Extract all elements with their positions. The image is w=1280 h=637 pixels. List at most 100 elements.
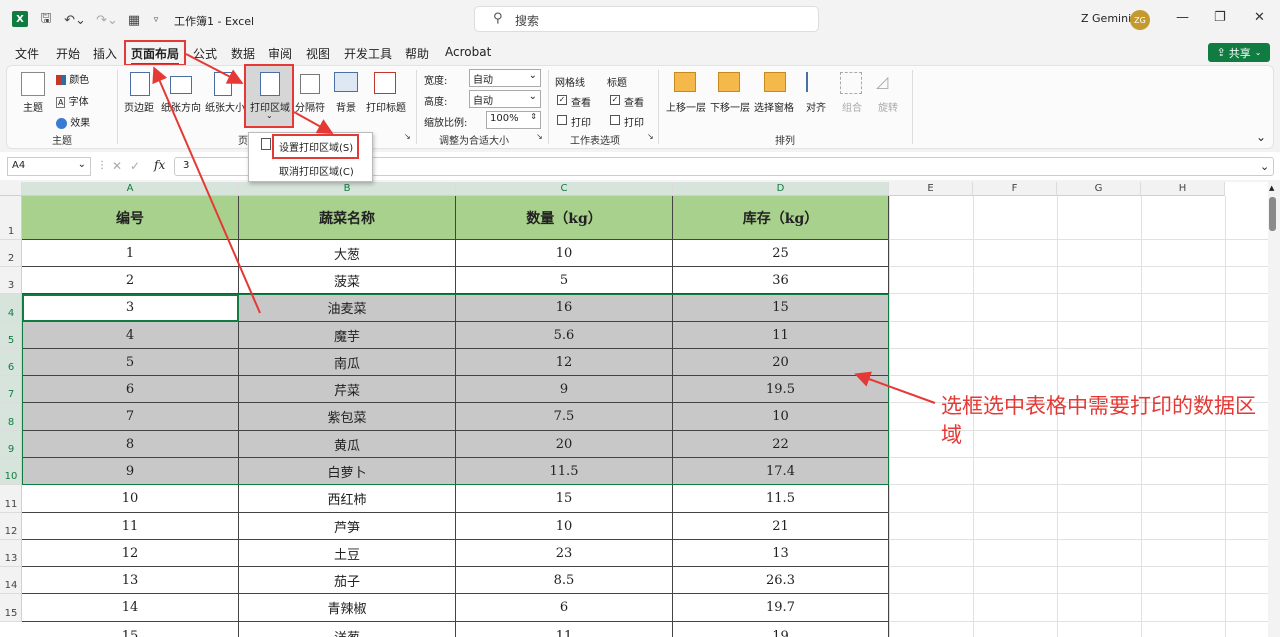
table-cell[interactable]: 芹菜 [239, 376, 456, 403]
restore-icon[interactable]: ❐ [1214, 10, 1226, 25]
table-cell[interactable]: 南瓜 [239, 349, 456, 376]
table-cell[interactable]: 油麦菜 [239, 294, 456, 322]
rotate-button[interactable]: 旋转 [878, 99, 898, 114]
tab-review[interactable]: 审阅 [268, 45, 292, 62]
table-header-cell[interactable]: 编号 [22, 196, 239, 240]
row-header-15[interactable]: 15 [0, 594, 22, 622]
orientation-button[interactable]: 纸张方向 [161, 99, 201, 114]
table-cell[interactable]: 21 [673, 513, 889, 540]
table-cell[interactable]: 1 [22, 240, 239, 267]
table-cell[interactable]: 茄子 [239, 567, 456, 594]
table-cell[interactable]: 13 [673, 540, 889, 567]
table-cell[interactable]: 芦笋 [239, 513, 456, 540]
row-header-10[interactable]: 10 [0, 458, 22, 485]
row-header-12[interactable]: 12 [0, 513, 22, 540]
table-cell[interactable]: 10 [456, 240, 673, 267]
select-all-corner[interactable] [0, 182, 22, 196]
table-cell[interactable]: 15 [22, 622, 239, 637]
theme-colors-button[interactable]: 颜色 [56, 71, 89, 86]
row-header-8[interactable]: 8 [0, 403, 22, 431]
table-cell[interactable]: 11.5 [456, 458, 673, 485]
table-cell[interactable]: 土豆 [239, 540, 456, 567]
row-header-13[interactable]: 13 [0, 540, 22, 567]
table-cell[interactable]: 大葱 [239, 240, 456, 267]
table-cell[interactable]: 5 [22, 349, 239, 376]
dialog-launcher-icon[interactable]: ↘ [647, 132, 654, 141]
row-header-6[interactable]: 6 [0, 349, 22, 376]
table-cell[interactable]: 9 [456, 376, 673, 403]
table-cell[interactable]: 17.4 [673, 458, 889, 485]
table-cell[interactable]: 7 [22, 403, 239, 431]
enter-icon[interactable]: ✓ [130, 159, 140, 173]
table-cell[interactable]: 19.5 [673, 376, 889, 403]
table-header-cell[interactable]: 数量（kg） [456, 196, 673, 240]
table-cell[interactable]: 5 [456, 267, 673, 294]
table-cell[interactable]: 4 [22, 322, 239, 349]
share-button[interactable]: ⇪ 共享 ⌄ [1208, 43, 1270, 62]
align-button[interactable]: 对齐 [806, 99, 826, 114]
tab-insert[interactable]: 插入 [93, 45, 117, 62]
table-cell[interactable]: 青辣椒 [239, 594, 456, 622]
table-cell[interactable]: 6 [456, 594, 673, 622]
table-cell[interactable]: 2 [22, 267, 239, 294]
breaks-button[interactable]: 分隔符 [295, 99, 325, 114]
close-icon[interactable]: ✕ [1254, 10, 1265, 25]
tab-view[interactable]: 视图 [306, 45, 330, 62]
table-cell[interactable]: 5.6 [456, 322, 673, 349]
table-cell[interactable]: 白萝卜 [239, 458, 456, 485]
column-header-a[interactable]: A [22, 182, 239, 196]
page-size-button[interactable]: 纸张大小 [205, 99, 245, 114]
tab-home[interactable]: 开始 [56, 45, 80, 62]
dialog-launcher-icon[interactable]: ↘ [404, 132, 411, 141]
table-cell[interactable]: 14 [22, 594, 239, 622]
table-cell[interactable]: 20 [673, 349, 889, 376]
table-cell[interactable]: 魔芋 [239, 322, 456, 349]
theme-button[interactable]: 主题 [23, 99, 43, 114]
table-cell[interactable]: 19 [673, 622, 889, 637]
table-cell[interactable]: 8.5 [456, 567, 673, 594]
customize-qat-icon[interactable]: ▿ [150, 11, 162, 29]
table-cell[interactable]: 15 [673, 294, 889, 322]
name-box[interactable]: A4 ⌄ [7, 157, 91, 176]
dialog-launcher-icon[interactable]: ↘ [536, 132, 543, 141]
column-header-b[interactable]: B [239, 182, 456, 196]
table-cell[interactable]: 15 [456, 485, 673, 513]
tab-data[interactable]: 数据 [231, 45, 255, 62]
save-icon[interactable]: 🖫 [38, 11, 54, 29]
expand-formula-icon[interactable]: ⌄ [1260, 160, 1269, 173]
minimize-icon[interactable]: — [1176, 10, 1189, 25]
column-header-e[interactable]: E [889, 182, 973, 196]
tab-acrobat[interactable]: Acrobat [445, 45, 491, 59]
table-cell[interactable]: 11 [673, 322, 889, 349]
tab-formulas[interactable]: 公式 [193, 45, 217, 62]
row-header-14[interactable]: 14 [0, 567, 22, 594]
tab-developer[interactable]: 开发工具 [344, 45, 392, 62]
table-cell[interactable]: 12 [456, 349, 673, 376]
table-header-cell[interactable]: 库存（kg） [673, 196, 889, 240]
headings-print-checkbox[interactable] [610, 115, 620, 125]
scale-spinner[interactable]: 100% ⇕ [486, 111, 541, 129]
print-titles-button[interactable]: 打印标题 [366, 99, 406, 114]
table-cell[interactable]: 20 [456, 431, 673, 458]
collapse-ribbon-icon[interactable]: ⌄ [1256, 130, 1266, 144]
column-header-d[interactable]: D [673, 182, 889, 196]
undo-icon[interactable]: ↶⌄ [62, 11, 88, 29]
table-cell[interactable]: 11 [22, 513, 239, 540]
table-cell[interactable]: 菠菜 [239, 267, 456, 294]
gridlines-print-checkbox[interactable] [557, 115, 567, 125]
gridlines-view-checkbox[interactable]: ✓ [557, 95, 567, 105]
row-header-3[interactable]: 3 [0, 267, 22, 294]
spinner-icon[interactable]: ⇕ [530, 112, 537, 121]
theme-fonts-button[interactable]: A 字体 [56, 93, 89, 108]
tab-help[interactable]: 帮助 [405, 45, 429, 62]
avatar[interactable]: ZG [1130, 10, 1150, 30]
row-header-1[interactable]: 1 [0, 196, 22, 240]
table-cell[interactable]: 36 [673, 267, 889, 294]
theme-effects-button[interactable]: 效果 [56, 114, 90, 129]
scrollbar-thumb[interactable] [1269, 197, 1276, 231]
table-cell[interactable]: 10 [22, 485, 239, 513]
table-cell[interactable]: 25 [673, 240, 889, 267]
height-select[interactable]: 自动 ⌄ [469, 90, 541, 108]
redo-icon[interactable]: ↷⌄ [94, 11, 120, 29]
table-cell[interactable]: 19.7 [673, 594, 889, 622]
